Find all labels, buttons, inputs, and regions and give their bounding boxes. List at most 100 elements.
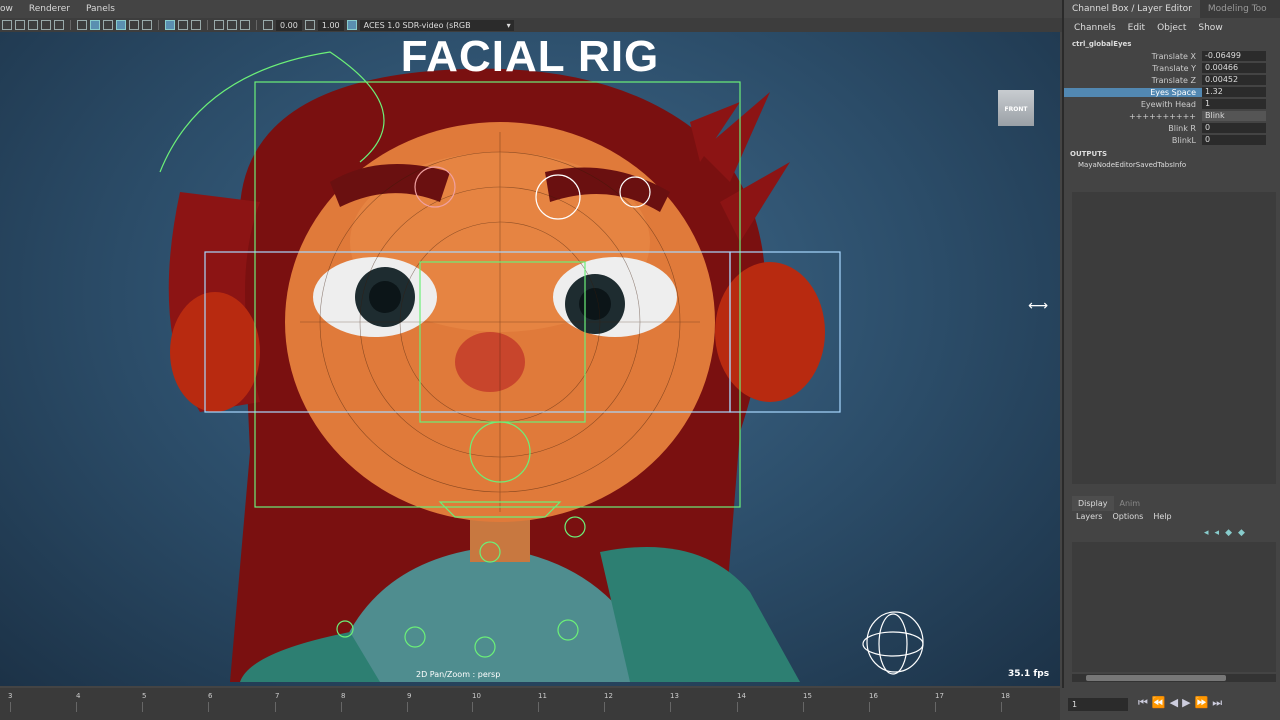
- channel-box-menu: Channels Edit Object Show: [1064, 18, 1280, 38]
- menu-show[interactable]: Show: [1198, 23, 1222, 33]
- nose: [455, 332, 525, 392]
- attribute-value-field[interactable]: 1.32: [1202, 87, 1266, 97]
- wireframe-icon[interactable]: [77, 20, 87, 30]
- attribute-row[interactable]: BlinkL 0: [1064, 134, 1280, 146]
- view-cube[interactable]: FRONT: [998, 90, 1034, 126]
- attribute-row[interactable]: ++++++++++ Blink: [1064, 110, 1280, 122]
- tick-label: 16: [869, 692, 878, 700]
- layer-list: [1072, 542, 1276, 672]
- tick-mark: [869, 702, 870, 712]
- attribute-value-field[interactable]: 0: [1202, 135, 1266, 145]
- tab-display[interactable]: Display: [1072, 496, 1114, 511]
- xray-icon[interactable]: [178, 20, 188, 30]
- grid-icon[interactable]: [54, 20, 64, 30]
- menu-panels[interactable]: Panels: [86, 4, 115, 14]
- attribute-label[interactable]: Eyes Space: [1064, 87, 1202, 97]
- attribute-label[interactable]: Translate Y: [1064, 64, 1202, 73]
- output-node-item[interactable]: MayaNodeEditorSavedTabsInfo: [1064, 158, 1280, 172]
- attribute-value-field[interactable]: 1: [1202, 99, 1266, 109]
- right-pupil: [579, 288, 611, 320]
- color-space-dropdown[interactable]: ACES 1.0 SDR-video (sRGB ▾: [359, 19, 514, 31]
- attribute-value-field[interactable]: 0.00452: [1202, 75, 1266, 85]
- attribute-row[interactable]: Translate Y 0.00466: [1064, 62, 1280, 74]
- attribute-enum-field[interactable]: Blink: [1202, 111, 1266, 121]
- menu-layers[interactable]: Layers: [1076, 512, 1102, 521]
- camera-attributes-icon[interactable]: [15, 20, 25, 30]
- toolbar-divider: [70, 20, 71, 30]
- step-back-key-icon[interactable]: ⏪: [1152, 696, 1166, 710]
- new-layer-icon[interactable]: ◆: [1225, 528, 1232, 538]
- color-space-label: ACES 1.0 SDR-video (sRGB: [363, 20, 471, 30]
- move-layer-down-icon[interactable]: ◂: [1215, 528, 1220, 538]
- attribute-label[interactable]: Translate Z: [1064, 76, 1202, 85]
- play-forward-icon[interactable]: ▶: [1182, 696, 1190, 710]
- current-frame-field[interactable]: 1: [1068, 698, 1128, 711]
- default-material-icon[interactable]: [103, 20, 113, 30]
- 3d-viewport[interactable]: FACIAL RIG FRONT ⟷ 2D Pan/Zoom : persp 3…: [0, 32, 1060, 686]
- image-plane-icon[interactable]: [41, 20, 51, 30]
- menu-view[interactable]: ow: [0, 4, 13, 14]
- playback-buttons: ⏮ ⏪ ◀ ▶ ⏩ ⏭: [1138, 696, 1222, 710]
- menu-channels[interactable]: Channels: [1074, 23, 1116, 33]
- menu-object[interactable]: Object: [1157, 23, 1186, 33]
- attribute-row[interactable]: Eyewith Head 1: [1064, 98, 1280, 110]
- isolate-select-icon[interactable]: [165, 20, 175, 30]
- tick-mark: [142, 702, 143, 712]
- scrollbar-thumb[interactable]: [1086, 675, 1226, 681]
- menu-options[interactable]: Options: [1112, 512, 1143, 521]
- new-layer-selected-icon[interactable]: ◆: [1238, 528, 1245, 538]
- resolution-gate-icon[interactable]: [214, 20, 224, 30]
- attribute-label[interactable]: Eyewith Head: [1064, 100, 1202, 109]
- lights-icon[interactable]: [142, 20, 152, 30]
- textured-icon[interactable]: [129, 20, 139, 30]
- exposure-icon[interactable]: [263, 20, 273, 30]
- smooth-shade-icon[interactable]: [90, 20, 100, 30]
- go-to-start-icon[interactable]: ⏮: [1138, 696, 1148, 710]
- menu-edit[interactable]: Edit: [1128, 23, 1145, 33]
- gate-mask-icon[interactable]: [227, 20, 237, 30]
- color-management-icon[interactable]: [346, 20, 357, 30]
- attribute-label[interactable]: BlinkL: [1064, 136, 1202, 145]
- attribute-value-field[interactable]: -0.06499: [1202, 51, 1266, 61]
- gamma-icon[interactable]: [304, 20, 315, 30]
- tick-label: 3: [8, 692, 13, 700]
- bookmark-icon[interactable]: [28, 20, 38, 30]
- wireframe-on-shaded-icon[interactable]: [116, 20, 126, 30]
- tick-mark: [935, 702, 936, 712]
- xray-joints-icon[interactable]: [191, 20, 201, 30]
- attribute-label[interactable]: Blink R: [1064, 124, 1202, 133]
- attribute-label[interactable]: ++++++++++: [1064, 112, 1202, 121]
- fps-readout: 35.1 fps: [1008, 669, 1050, 679]
- exposure-field[interactable]: 0.00: [276, 19, 302, 31]
- attribute-row[interactable]: Blink R 0: [1064, 122, 1280, 134]
- selected-node-name[interactable]: ctrl_globalEyes: [1064, 38, 1280, 50]
- attribute-value-field[interactable]: 0.00466: [1202, 63, 1266, 73]
- time-slider[interactable]: 3 4 5 6 7 8 9 10 11 12 13 14 15 16 17 18: [0, 688, 1060, 720]
- step-forward-key-icon[interactable]: ⏩: [1195, 696, 1209, 710]
- ear-right: [715, 262, 825, 402]
- step-back-frame-icon[interactable]: ◀: [1170, 696, 1178, 710]
- tick-label: 15: [803, 692, 812, 700]
- attribute-row[interactable]: Translate Z 0.00452: [1064, 74, 1280, 86]
- tick-label: 8: [341, 692, 346, 700]
- camera-select-icon[interactable]: [2, 20, 12, 30]
- menu-help[interactable]: Help: [1153, 512, 1171, 521]
- tab-channel-box[interactable]: Channel Box / Layer Editor: [1064, 0, 1200, 18]
- channel-box-panel: Channel Box / Layer Editor Modeling Too …: [1062, 0, 1280, 720]
- menu-renderer[interactable]: Renderer: [29, 4, 70, 14]
- playback-controls: 1 ⏮ ⏪ ◀ ▶ ⏩ ⏭: [1062, 688, 1280, 720]
- field-chart-icon[interactable]: [240, 20, 250, 30]
- viewport-menubar: ow Renderer Panels: [0, 0, 1062, 18]
- attribute-label[interactable]: Translate X: [1064, 52, 1202, 61]
- tab-modeling-toolkit[interactable]: Modeling Too: [1200, 0, 1275, 18]
- attribute-value-field[interactable]: 0: [1202, 123, 1266, 133]
- gamma-field[interactable]: 1.00: [317, 19, 344, 31]
- attribute-row-selected[interactable]: Eyes Space 1.32: [1064, 86, 1280, 98]
- tick-label: 13: [670, 692, 679, 700]
- tab-anim[interactable]: Anim: [1114, 496, 1147, 511]
- go-to-end-icon[interactable]: ⏭: [1212, 696, 1222, 710]
- horizontal-scrollbar[interactable]: [1072, 674, 1276, 682]
- tick-mark: [538, 702, 539, 712]
- attribute-row[interactable]: Translate X -0.06499: [1064, 50, 1280, 62]
- move-layer-up-icon[interactable]: ◂: [1204, 528, 1209, 538]
